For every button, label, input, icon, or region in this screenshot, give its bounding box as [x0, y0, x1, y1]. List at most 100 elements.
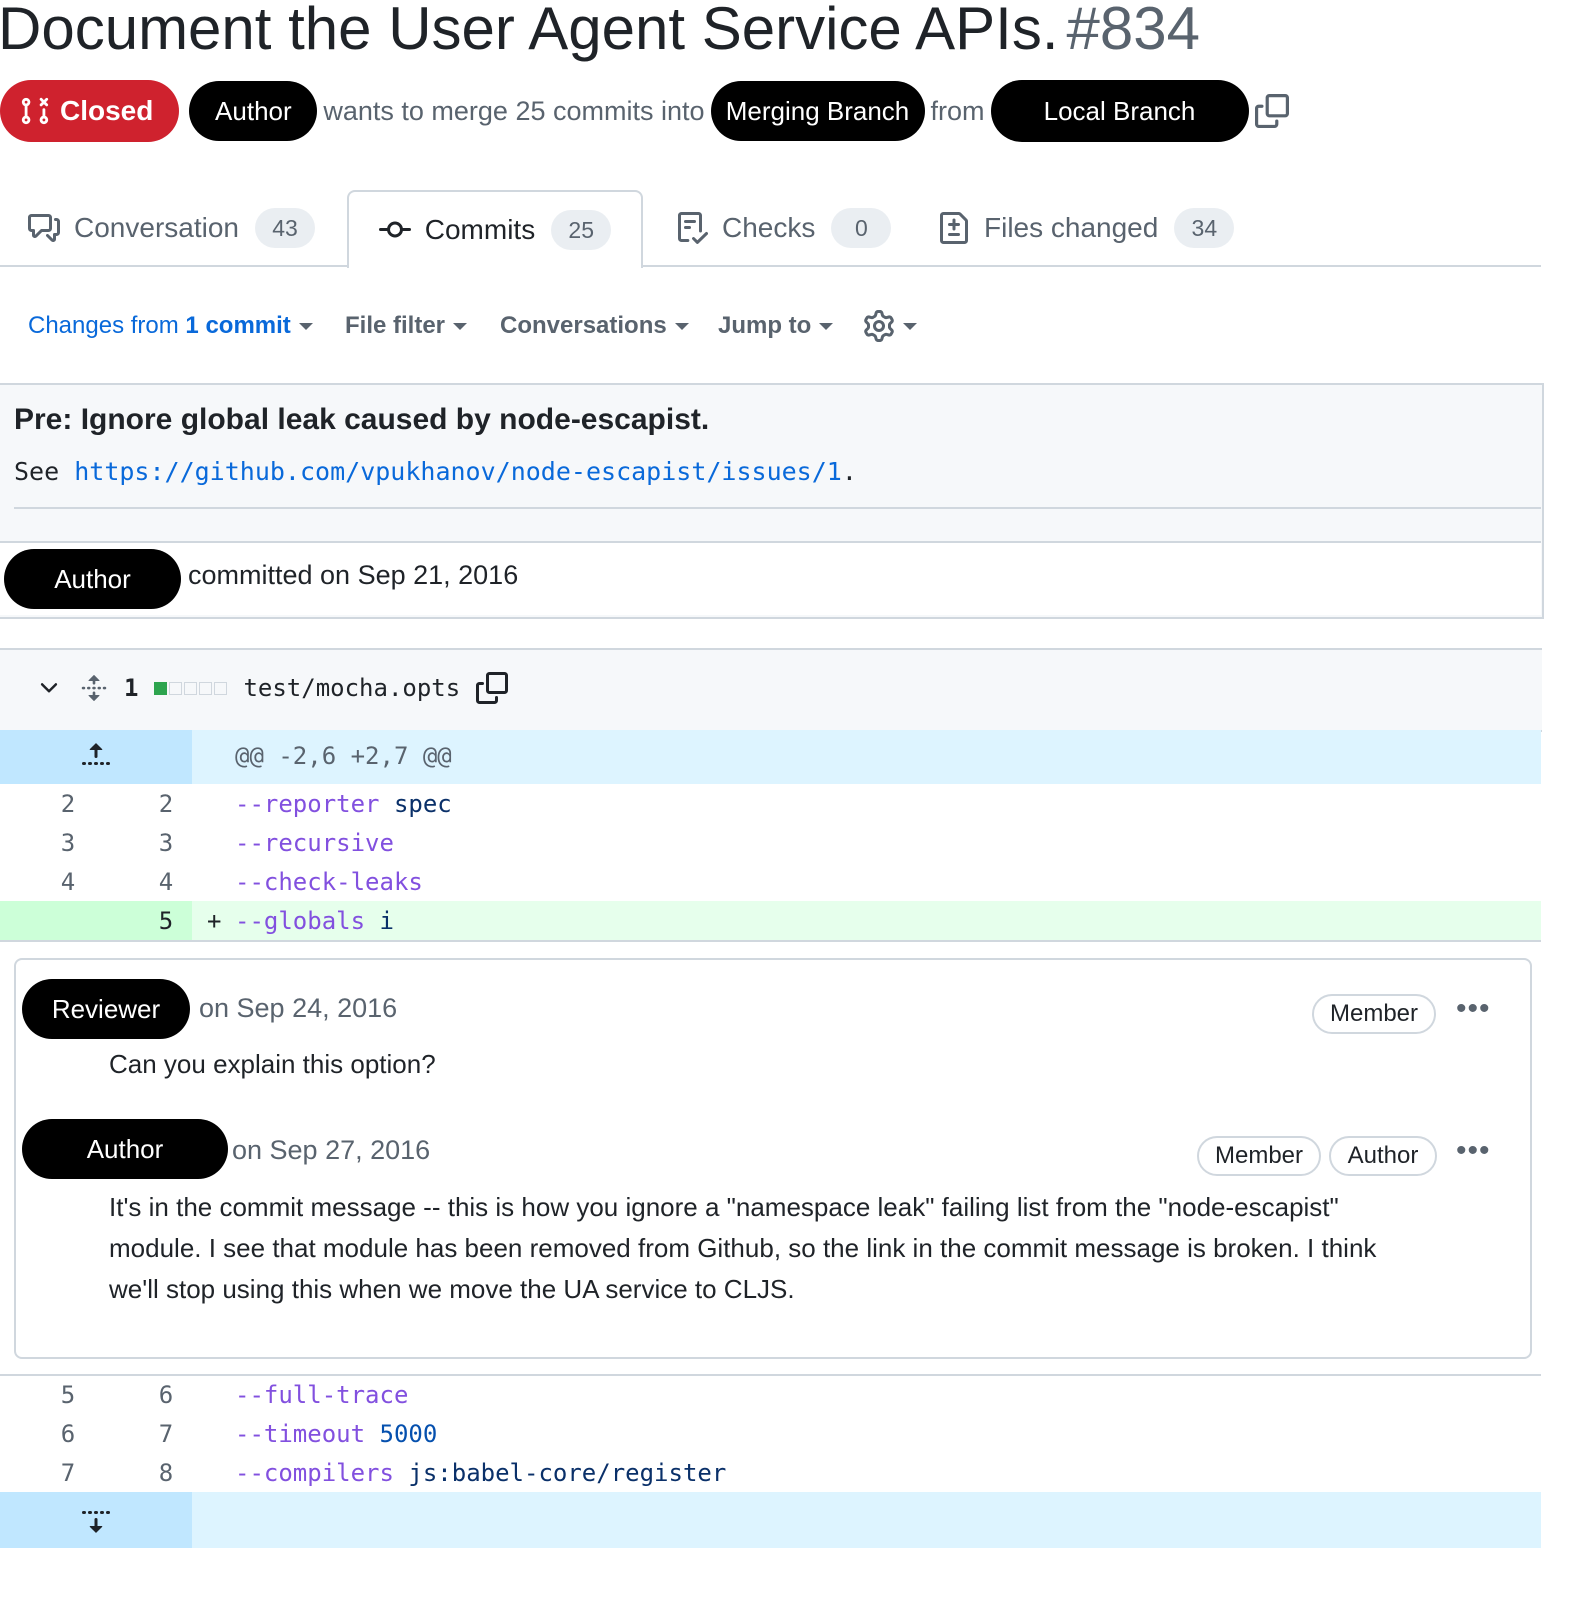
old-line-number[interactable]: 4: [48, 868, 88, 896]
diffstat-bar: [154, 681, 229, 695]
tab-conversation[interactable]: Conversation 43: [28, 190, 315, 266]
old-line-number[interactable]: 5: [48, 1381, 88, 1409]
file-path[interactable]: test/mocha.opts: [243, 674, 460, 702]
code-flag: --globals: [235, 907, 366, 935]
tab-commits-label: Commits: [424, 214, 536, 245]
old-line-number[interactable]: 2: [48, 790, 88, 818]
member-badge: Member: [1312, 994, 1436, 1034]
code-flag: --recursive: [235, 829, 394, 857]
pr-number: #834: [1066, 0, 1201, 62]
caret-down-icon: [903, 322, 917, 330]
code-line: --timeout 5000: [235, 1420, 437, 1448]
caret-down-icon: [453, 322, 468, 330]
diffstat-add-block: [154, 681, 168, 695]
old-line-number[interactable]: 6: [48, 1420, 88, 1448]
diff-line: 2 2 --reporter spec: [0, 784, 1541, 823]
file-header-row: 1 test/mocha.opts: [36, 668, 509, 708]
new-line-number[interactable]: 4: [146, 868, 186, 896]
commit-issue-link[interactable]: https://github.com/vpukhanov/node-escapi…: [74, 457, 842, 486]
code-line: --reporter spec: [235, 790, 452, 818]
committed-date: committed on Sep 21, 2016: [188, 560, 519, 590]
pr-title: Document the User Agent Service APIs. #83…: [0, 0, 1200, 64]
comment-date[interactable]: on Sep 27, 2016: [232, 1135, 430, 1166]
tab-checks[interactable]: Checks 0: [676, 190, 892, 266]
tab-checks-label: Checks: [722, 212, 816, 243]
code-value: 5000: [379, 1420, 438, 1448]
file-filter-dropdown[interactable]: File filter: [345, 306, 468, 346]
diff-line: 6 7 --timeout 5000: [0, 1414, 1541, 1453]
old-line-number[interactable]: 7: [48, 1459, 88, 1487]
file-diff-icon: [940, 212, 968, 244]
comment-body-line: we'll stop using this when we move the U…: [109, 1274, 795, 1304]
settings-dropdown[interactable]: [863, 306, 917, 346]
code-flag: --full-trace: [235, 1381, 409, 1409]
tab-commits[interactable]: Commits 25: [347, 190, 643, 268]
new-line-number[interactable]: 3: [146, 829, 186, 857]
comment-body: It's in the commit message -- this is ho…: [109, 1187, 1376, 1310]
expand-footer: [0, 1492, 1541, 1548]
old-line-number[interactable]: 3: [48, 829, 88, 857]
conversations-label: Conversations: [500, 312, 667, 339]
from-text: from: [930, 95, 985, 126]
copy-icon[interactable]: [476, 672, 509, 704]
pr-meta-row: Closed Author wants to merge 25 commits …: [0, 80, 1289, 142]
chevron-down-icon[interactable]: [36, 675, 62, 701]
tab-files-changed[interactable]: Files changed 34: [938, 190, 1235, 266]
diffstat-neutral-block: [169, 681, 183, 695]
git-pull-request-closed-icon: [21, 97, 49, 125]
expand-down-icon[interactable]: [80, 1504, 112, 1536]
merge-text: wants to merge 25 commits into: [323, 95, 705, 126]
comment-date[interactable]: on Sep 24, 2016: [199, 993, 397, 1024]
commit-author[interactable]: Author: [4, 549, 181, 609]
tab-files-changed-label: Files changed: [984, 212, 1159, 243]
tab-conversation-label: Conversation: [74, 212, 239, 243]
tab-checks-count: 0: [831, 208, 892, 248]
head-branch[interactable]: Local Branch: [990, 80, 1249, 142]
state-label: Closed: [60, 95, 154, 126]
conversations-dropdown[interactable]: Conversations: [500, 306, 689, 346]
file-filter-label: File filter: [345, 312, 446, 339]
comment-discussion-icon: [28, 214, 60, 242]
code-flag: --timeout: [235, 1420, 366, 1448]
diff-line: 7 8 --compilers js:babel-core/register: [0, 1453, 1541, 1492]
kebab-horizontal-icon[interactable]: •••: [1456, 1134, 1491, 1168]
state-badge: Closed: [0, 80, 180, 142]
changes-from-dropdown[interactable]: Changes from 1 commit: [28, 306, 313, 346]
caret-down-icon: [819, 322, 834, 330]
commit-title: Pre: Ignore global leak caused by node-e…: [14, 403, 710, 436]
commit-divider: [14, 507, 1541, 509]
diff-line: 5 6 --full-trace: [0, 1375, 1541, 1414]
pr-author[interactable]: Author: [189, 81, 318, 141]
diff-line: 3 3 --recursive: [0, 823, 1541, 862]
comment-author[interactable]: Author: [22, 1119, 228, 1179]
code-flag: --reporter: [235, 790, 380, 818]
new-line-number[interactable]: 6: [146, 1381, 186, 1409]
code-line: --compilers js:babel-core/register: [235, 1459, 726, 1487]
diff-line-added: 5 + --globals i: [0, 901, 1541, 940]
commit-description: See https://github.com/vpukhanov/node-es…: [14, 457, 857, 486]
new-line-number[interactable]: 8: [146, 1459, 186, 1487]
comment-body-line: module. I see that module has been remov…: [109, 1233, 1377, 1263]
kebab-horizontal-icon[interactable]: •••: [1456, 992, 1491, 1026]
copy-icon[interactable]: [1254, 94, 1289, 128]
added-sign: +: [207, 907, 222, 935]
code-line: --globals i: [235, 907, 394, 935]
new-line-number[interactable]: 2: [146, 790, 186, 818]
new-line-number[interactable]: 7: [146, 1420, 186, 1448]
expand-up-icon[interactable]: [80, 740, 112, 772]
base-branch[interactable]: Merging Branch: [710, 81, 925, 141]
checklist-icon: [678, 212, 708, 244]
code-value: i: [379, 907, 394, 935]
changes-from-label: Changes from: [28, 312, 179, 339]
jump-to-label: Jump to: [718, 312, 812, 339]
comment-author[interactable]: Reviewer: [22, 979, 190, 1039]
member-badge: Member: [1197, 1136, 1321, 1176]
code-line: --recursive: [235, 829, 394, 857]
gear-icon: [864, 310, 894, 342]
new-line-number[interactable]: 5: [146, 907, 186, 935]
code-line: --full-trace: [235, 1381, 408, 1409]
unfold-icon[interactable]: [80, 672, 108, 704]
file-change-count: 1: [124, 674, 139, 702]
jump-to-dropdown[interactable]: Jump to: [718, 306, 834, 346]
tab-conversation-count: 43: [254, 208, 315, 248]
